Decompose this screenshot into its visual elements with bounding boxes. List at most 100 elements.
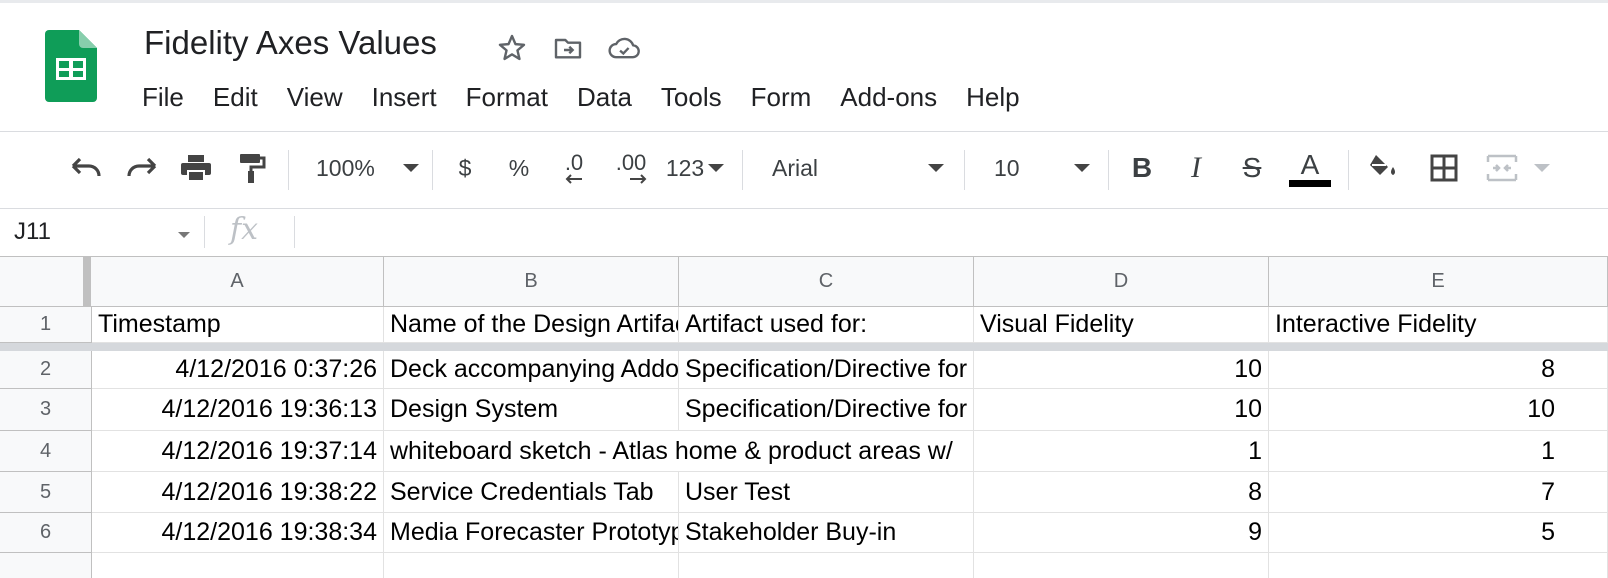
table-cell[interactable]: 4/12/2016 0:37:26 [92, 351, 384, 389]
row-header-6[interactable]: 6 [0, 513, 92, 553]
table-cell[interactable]: 10 [974, 351, 1269, 389]
select-all-corner[interactable] [0, 257, 92, 307]
menu-file[interactable]: File [142, 82, 184, 113]
chevron-down-icon[interactable] [178, 232, 190, 238]
chevron-down-icon[interactable] [1532, 146, 1552, 190]
menu-format[interactable]: Format [466, 82, 548, 113]
paint-format-icon[interactable] [232, 146, 272, 190]
row-header-3[interactable]: 3 [0, 389, 92, 431]
menu-data[interactable]: Data [577, 82, 632, 113]
table-cell[interactable]: 7 [1269, 472, 1608, 513]
header-cell-visual-fidelity[interactable]: Visual Fidelity [974, 307, 1269, 343]
more-formats-select[interactable]: 123 [662, 146, 728, 190]
column-header-c[interactable]: C [679, 257, 974, 307]
percent-format-button[interactable]: % [504, 146, 534, 190]
table-cell[interactable]: whiteboard sketch - Atlas home & product… [384, 431, 974, 472]
strikethrough-button[interactable]: S [1232, 146, 1272, 190]
header-cell-interactive-fidelity[interactable]: Interactive Fidelity [1269, 307, 1608, 343]
name-box[interactable]: J11 [14, 218, 51, 246]
row-header-2[interactable]: 2 [0, 351, 92, 389]
formula-separator [294, 216, 295, 248]
menu-edit[interactable]: Edit [213, 82, 258, 113]
menu-addons[interactable]: Add-ons [840, 82, 937, 113]
arrow-right-icon [630, 174, 647, 184]
table-cell[interactable]: 4/12/2016 19:38:22 [92, 472, 384, 513]
increase-decimal-button[interactable]: .00 [606, 146, 656, 190]
table-cell[interactable]: Design System [384, 389, 679, 431]
row-header-1[interactable]: 1 [0, 307, 92, 343]
table-cell[interactable]: 4/12/2016 19:38:34 [92, 513, 384, 553]
table-cell[interactable] [1269, 553, 1608, 578]
chevron-down-icon [402, 164, 419, 172]
document-title[interactable]: Fidelity Axes Values [144, 24, 437, 62]
formula-input[interactable] [304, 214, 1594, 250]
italic-button[interactable]: I [1178, 146, 1214, 190]
decrease-decimal-button[interactable]: .0 [554, 146, 594, 190]
font-size-select[interactable]: 10 [984, 146, 1094, 190]
more-formats-label: 123 [665, 154, 705, 181]
table-cell[interactable]: 1 [1269, 431, 1608, 472]
zoom-select[interactable]: 100% [306, 146, 422, 190]
frozen-row-divider[interactable] [0, 343, 1608, 351]
column-header-a[interactable]: A [91, 257, 384, 307]
cloud-saved-icon[interactable] [606, 30, 642, 66]
table-cell[interactable]: Specification/Directive for [679, 351, 974, 389]
borders-icon[interactable] [1424, 146, 1464, 190]
increase-decimal-label: .00 [615, 150, 647, 175]
text-color-label: A [1300, 148, 1320, 180]
font-select[interactable]: Arial [764, 146, 952, 190]
toolbar-separator [964, 150, 965, 190]
undo-icon[interactable] [66, 146, 106, 190]
header-cell-used-for[interactable]: Artifact used for: [679, 307, 974, 343]
menu-view[interactable]: View [287, 82, 343, 113]
table-cell[interactable]: 1 [974, 431, 1269, 472]
table-cell[interactable]: 10 [1269, 389, 1608, 431]
row-header-4[interactable]: 4 [0, 431, 92, 472]
toolbar-separator [1108, 150, 1109, 190]
table-cell[interactable] [974, 553, 1269, 578]
table-cell[interactable]: 5 [1269, 513, 1608, 553]
table-cell[interactable]: 8 [974, 472, 1269, 513]
table-cell[interactable] [92, 553, 384, 578]
table-cell[interactable]: 9 [974, 513, 1269, 553]
fill-color-icon[interactable] [1364, 146, 1404, 190]
star-icon[interactable] [494, 30, 530, 66]
bold-label: B [1131, 152, 1153, 183]
menu-help[interactable]: Help [966, 82, 1019, 113]
table-cell[interactable]: Media Forecaster Prototype [384, 513, 679, 553]
text-color-button[interactable]: A [1288, 146, 1332, 190]
table-cell[interactable]: 4/12/2016 19:37:14 [92, 431, 384, 472]
print-icon[interactable] [176, 146, 216, 190]
header-cell-artifact-name[interactable]: Name of the Design Artifact [384, 307, 679, 343]
redo-icon[interactable] [122, 146, 162, 190]
table-cell[interactable] [679, 553, 974, 578]
table-cell[interactable]: 10 [974, 389, 1269, 431]
currency-format-button[interactable]: $ [450, 146, 480, 190]
table-cell[interactable]: 4/12/2016 19:36:13 [92, 389, 384, 431]
table-cell[interactable]: 8 [1269, 351, 1608, 389]
table-cell[interactable]: Deck accompanying Addon [384, 351, 679, 389]
toolbar-separator [432, 150, 433, 190]
bold-button[interactable]: B [1124, 146, 1160, 190]
table-cell[interactable] [384, 553, 679, 578]
menu-tools[interactable]: Tools [661, 82, 722, 113]
toolbar-divider [0, 208, 1608, 209]
row-header-7[interactable] [0, 553, 92, 578]
table-cell[interactable]: User Test [679, 472, 974, 513]
merge-cells-icon[interactable] [1482, 146, 1522, 190]
column-header-e[interactable]: E [1269, 257, 1608, 307]
table-cell[interactable]: Stakeholder Buy-in [679, 513, 974, 553]
sheets-logo-icon[interactable] [45, 30, 97, 102]
table-cell[interactable]: Specification/Directive for [679, 389, 974, 431]
column-header-d[interactable]: D [974, 257, 1269, 307]
row-header-5[interactable]: 5 [0, 472, 92, 513]
menu-form[interactable]: Form [751, 82, 812, 113]
freeze-handle[interactable] [83, 257, 91, 307]
top-border [0, 0, 1608, 3]
move-to-folder-icon[interactable] [550, 30, 586, 66]
menu-insert[interactable]: Insert [372, 82, 437, 113]
toolbar-separator [742, 150, 743, 190]
table-cell[interactable]: Service Credentials Tab [384, 472, 679, 513]
column-header-b[interactable]: B [384, 257, 679, 307]
header-cell-timestamp[interactable]: Timestamp [92, 307, 384, 343]
